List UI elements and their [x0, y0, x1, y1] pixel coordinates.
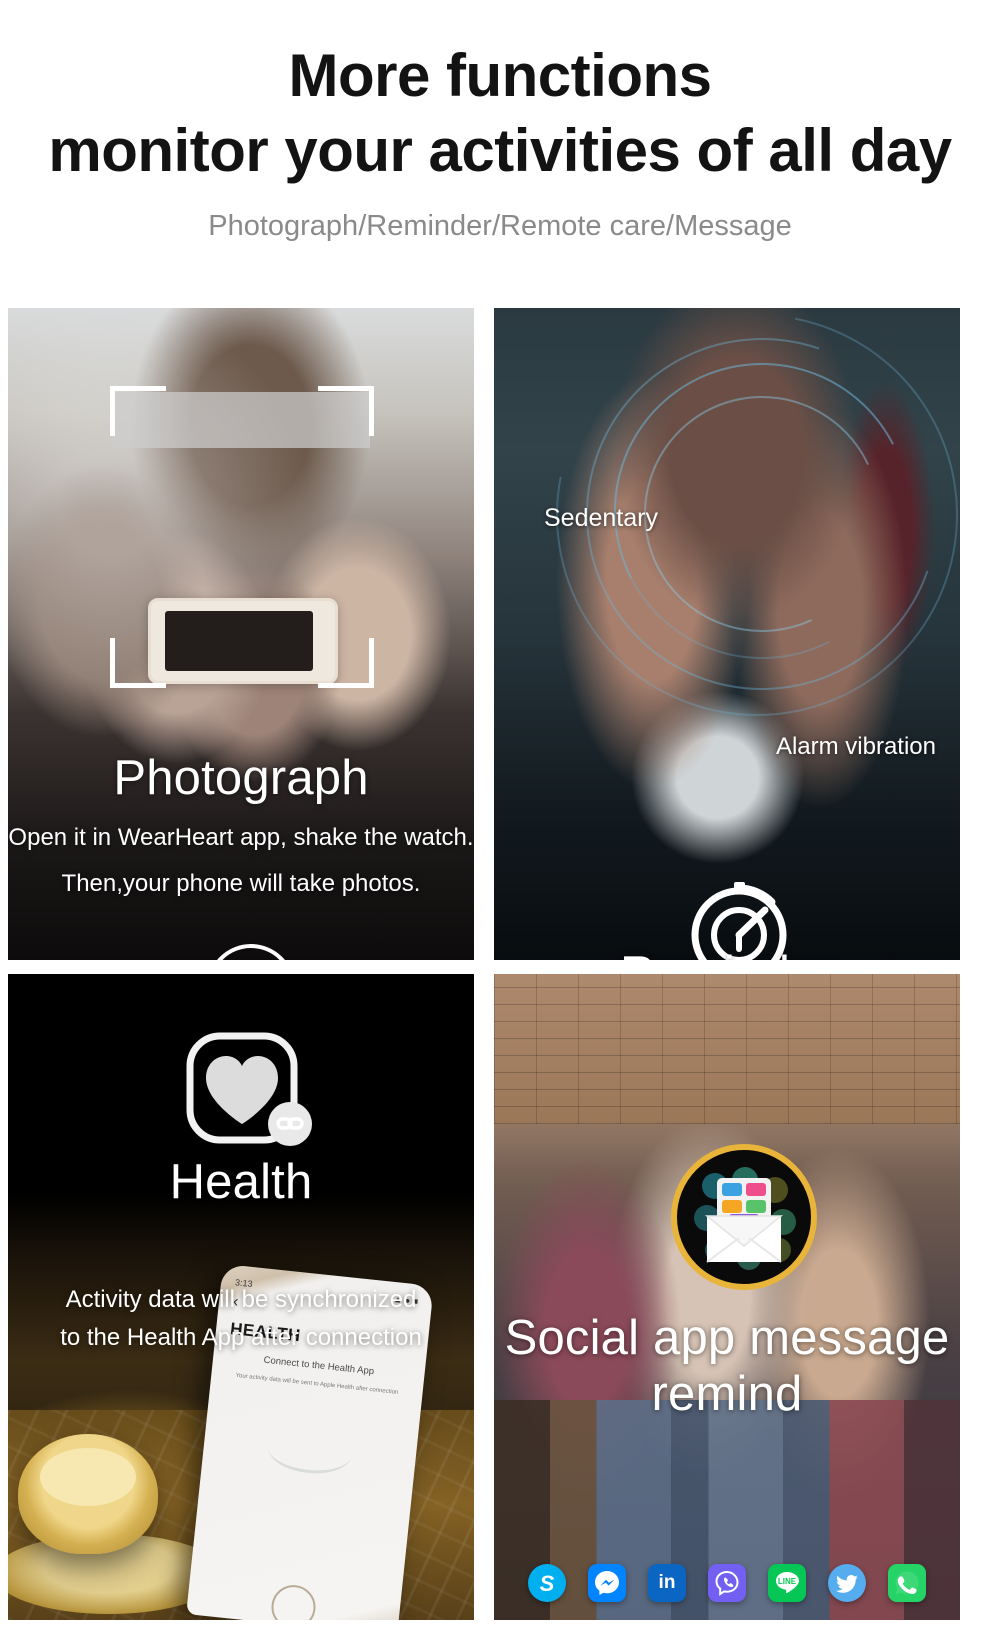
page-header: More functions monitor your activities o…	[0, 0, 1000, 243]
viewfinder-corner-bottom-left	[110, 638, 166, 688]
viewfinder-corner-top-right	[318, 386, 374, 436]
feature-grid: Photograph Open it in WearHeart app, sha…	[8, 308, 960, 1620]
reminder-label-sedentary: Sedentary	[544, 504, 658, 532]
page-subtitle: Photograph/Reminder/Remote care/Message	[208, 210, 792, 242]
health-caption-line-1: Activity data will be synchronized	[65, 1286, 417, 1313]
social-title-line-1: Social app message	[504, 1311, 950, 1365]
messenger-icon[interactable]	[588, 1564, 626, 1602]
health-caption-line-2: to the Health App after connection	[60, 1324, 422, 1352]
photograph-caption-line-2: Then,your phone will take photos.	[61, 870, 421, 898]
social-title-line-2: remind	[651, 1367, 803, 1421]
photograph-title: Photograph	[113, 751, 369, 805]
panel-social-message[interactable]: Social app message remind S in LINE	[494, 974, 960, 1620]
panel-photograph[interactable]: Photograph Open it in WearHeart app, sha…	[8, 308, 474, 960]
reminder-ring-decoration	[494, 308, 960, 960]
selfie-phone-prop	[148, 598, 338, 684]
envelope-apps-icon	[669, 1142, 819, 1292]
skype-icon[interactable]: S	[528, 1564, 566, 1602]
photograph-caption-line-1: Open it in WearHeart app, shake the watc…	[8, 824, 474, 851]
phone-home-button	[269, 1582, 318, 1620]
svg-text:S: S	[540, 1571, 555, 1596]
whatsapp-icon[interactable]	[888, 1564, 926, 1602]
brick-wall-backdrop	[494, 974, 960, 1124]
coffee-cup	[18, 1434, 158, 1554]
svg-text:LINE: LINE	[778, 1577, 797, 1586]
phone-screen-illustration	[265, 1424, 354, 1478]
camera-icon	[207, 944, 295, 960]
social-title-block: Social app message remind	[494, 1310, 960, 1422]
headline-line-1: More functions	[288, 42, 713, 109]
twitter-icon[interactable]	[828, 1564, 866, 1602]
panel-reminder[interactable]: Sedentary Reminder Alarm vibration	[494, 308, 960, 960]
headline-line-2: monitor your activities of all day	[48, 117, 952, 184]
social-app-icon-row: S in LINE	[494, 1564, 960, 1602]
reminder-label-alarm-vibration: Alarm vibration	[775, 733, 936, 760]
health-caption-block: Activity data will be synchronized to th…	[8, 1284, 474, 1355]
health-title: Health	[169, 1155, 313, 1209]
health-title-block: Health	[8, 1154, 474, 1210]
heart-app-link-icon	[182, 1028, 318, 1164]
viewfinder-corner-bottom-right	[318, 638, 374, 688]
line-icon[interactable]: LINE	[768, 1564, 806, 1602]
photograph-caption-block: Open it in WearHeart app, shake the watc…	[8, 822, 474, 901]
viber-icon[interactable]	[708, 1564, 746, 1602]
photograph-title-block: Photograph	[8, 750, 474, 806]
panel-health[interactable]: 3:13 ▲ ● ■ ‹ HEALTH Connect to the Healt…	[8, 974, 474, 1620]
linkedin-icon[interactable]: in	[648, 1564, 686, 1602]
product-feature-page: More functions monitor your activities o…	[0, 0, 1000, 1636]
page-title: More functions monitor your activities o…	[0, 38, 1000, 188]
viewfinder-corner-top-left	[110, 386, 166, 436]
reminder-title: Reminder	[494, 946, 960, 960]
reminder-title-block: Reminder	[494, 946, 960, 960]
